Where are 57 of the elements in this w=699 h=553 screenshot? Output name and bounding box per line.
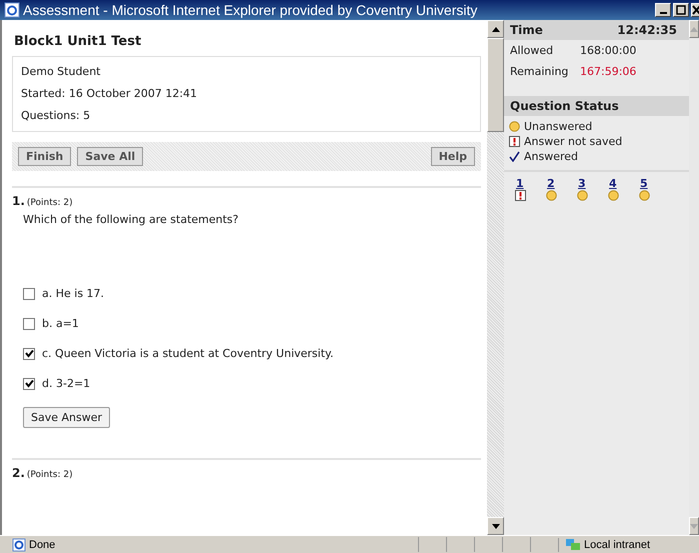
question-text: Which of the following are statements?	[22, 213, 240, 228]
test-title: Block1 Unit1 Test	[13, 34, 142, 49]
question-link[interactable]: 2	[547, 178, 555, 190]
legend-label: Unanswered	[524, 120, 592, 133]
circle-icon	[577, 190, 588, 201]
network-icon	[565, 538, 581, 552]
save-answer-button[interactable]: Save Answer	[23, 407, 110, 428]
circle-icon	[546, 190, 557, 201]
started-text: Started: 16 October 2007 12:41	[21, 86, 198, 102]
window-title: Assessment - Microsoft Internet Explorer provided by Coventry University	[23, 2, 478, 18]
question-number: 1.	[12, 194, 25, 208]
legend-label: Answer not saved	[524, 135, 622, 148]
status-text: Done	[29, 538, 56, 550]
maximize-button[interactable]	[673, 3, 689, 17]
student-name: Demo Student	[21, 64, 102, 80]
browser-icon	[4, 2, 20, 18]
scroll-thumb[interactable]	[487, 38, 504, 132]
checkbox[interactable]	[23, 318, 35, 330]
toolbar-button[interactable]: Save All	[77, 147, 144, 166]
circle-icon	[509, 121, 520, 132]
time-row-label: Remaining	[510, 65, 570, 78]
time-row-label: Allowed	[510, 44, 554, 57]
close-icon	[692, 5, 699, 15]
minimize-button[interactable]	[655, 3, 671, 17]
circle-icon	[639, 190, 650, 201]
checkmark-icon	[509, 151, 520, 162]
close-button[interactable]	[691, 3, 699, 17]
legend-label: Answered	[524, 150, 578, 163]
checkbox[interactable]	[23, 348, 35, 360]
question-number: 2.	[12, 466, 25, 480]
question-points: (Points: 2)	[26, 470, 73, 480]
exclamation-icon	[515, 190, 526, 201]
question-points: (Points: 2)	[26, 198, 73, 208]
option-label[interactable]: c. Queen Victoria is a student at Coventry University.	[42, 347, 334, 360]
maximize-icon	[676, 5, 686, 15]
checkbox[interactable]	[23, 288, 35, 300]
status-header: Question Status	[504, 96, 689, 116]
option-label[interactable]: a. He is 17.	[42, 287, 104, 300]
toolbar-button[interactable]: Finish	[18, 147, 72, 166]
exclamation-icon	[509, 136, 520, 147]
option-label[interactable]: d. 3-2=1	[42, 377, 90, 390]
current-time: 12:42:35	[617, 23, 677, 37]
question-link[interactable]: 5	[640, 178, 648, 190]
checkbox[interactable]	[23, 378, 35, 390]
circle-icon	[608, 190, 619, 201]
time-label: Time	[510, 23, 543, 37]
question-link[interactable]: 3	[578, 178, 586, 190]
option-label[interactable]: b. a=1	[42, 317, 79, 330]
questions-count: Questions: 5	[21, 108, 92, 124]
help-button[interactable]: Help	[430, 147, 475, 166]
time-value: 168:00:00	[580, 44, 636, 57]
minimize-icon	[660, 12, 666, 14]
page-icon	[12, 538, 26, 552]
zone-text: Local intranet	[584, 538, 650, 550]
question-link[interactable]: 4	[609, 178, 617, 190]
time-value: 167:59:06	[580, 65, 636, 78]
question-link[interactable]: 1	[516, 178, 524, 190]
